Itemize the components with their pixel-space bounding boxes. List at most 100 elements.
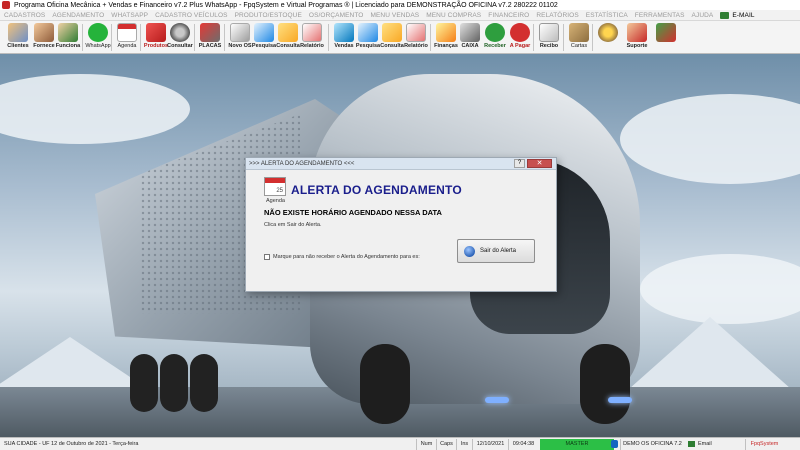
wheel-shape bbox=[130, 354, 158, 412]
toolbar-separator bbox=[563, 24, 564, 51]
toolbar-separator bbox=[592, 24, 593, 51]
cloud-shape bbox=[0, 74, 190, 144]
menu-cadastros[interactable]: CADASTROS bbox=[4, 12, 45, 19]
supplier-icon bbox=[34, 23, 54, 42]
wheel-shape bbox=[360, 344, 410, 424]
exit-alert-button[interactable]: Sair do Alerta bbox=[457, 239, 535, 263]
calendar-icon: 25 bbox=[264, 177, 286, 196]
pesquisa-vendas-label: Pesquisa bbox=[355, 43, 381, 49]
menu-ferramentas[interactable]: FERRAMENTAS bbox=[635, 12, 685, 19]
menu-whatsapp[interactable]: WHATSAPP bbox=[111, 12, 148, 19]
headlight-shape bbox=[608, 397, 632, 403]
placas-button[interactable]: PLACAS bbox=[196, 23, 224, 53]
menu-bar: CADASTROS AGENDAMENTO WHATSAPP CADASTRO … bbox=[0, 10, 800, 21]
menu-cadastro-veiculos[interactable]: CADASTRO VEÍCULOS bbox=[155, 12, 228, 19]
mountain-shape bbox=[620, 317, 800, 397]
window-title: Programa Oficina Mecânica + Vendas e Fin… bbox=[14, 1, 558, 9]
status-master-badge: MASTER bbox=[540, 439, 614, 450]
dialog-title: >>> ALERTA DO AGENDAMENTO <<< bbox=[249, 160, 355, 167]
exit-alert-label: Sair do Alerta bbox=[480, 248, 517, 254]
toolbar: Clientes Fornece Funciona WhatsApp Agend… bbox=[0, 21, 800, 54]
calendar-icon bbox=[117, 23, 137, 42]
folder-icon bbox=[278, 23, 298, 42]
relatorio-label: Relatório bbox=[300, 43, 324, 49]
wheel-shape bbox=[190, 354, 218, 412]
dialog-message: NÃO EXISTE HORÁRIO AGENDADO NESSA DATA bbox=[264, 208, 442, 217]
whatsapp-button[interactable]: WhatsApp bbox=[84, 23, 112, 53]
cartas-label: Cartas bbox=[570, 43, 588, 49]
relatorio-vendas-button[interactable]: Relatório bbox=[402, 23, 430, 53]
fornece-label: Fornece bbox=[33, 43, 55, 49]
toolbar-separator bbox=[140, 24, 141, 51]
menu-vendas[interactable]: MENU VENDAS bbox=[370, 12, 419, 19]
calendar-header bbox=[265, 178, 285, 183]
menu-estatistica[interactable]: ESTATÍSTICA bbox=[586, 12, 628, 19]
register-icon bbox=[460, 23, 480, 42]
status-location-date: SUA CIDADE - UF 12 de Outubro de 2021 - … bbox=[4, 441, 139, 447]
car-icon bbox=[200, 23, 220, 42]
exit-icon bbox=[656, 23, 676, 42]
whatsapp-label: WhatsApp bbox=[85, 43, 111, 49]
dollar-red-icon bbox=[510, 23, 530, 42]
title-bar: Programa Oficina Mecânica + Vendas e Fin… bbox=[0, 0, 800, 10]
clientes-button[interactable]: Clientes bbox=[4, 23, 32, 53]
menu-email[interactable]: E-MAIL bbox=[732, 12, 754, 19]
help-button[interactable]: ? bbox=[514, 159, 525, 168]
receipt-icon bbox=[539, 23, 559, 42]
dialog-heading: ALERTA DO AGENDAMENTO bbox=[291, 183, 462, 197]
status-demo-version: DEMO OS OFICINA 7.2 bbox=[620, 439, 684, 450]
relatorio-vendas-label: Relatório bbox=[404, 43, 428, 49]
menu-agendamento[interactable]: AGENDAMENTO bbox=[52, 12, 104, 19]
consultar-button[interactable]: Consultar bbox=[166, 23, 194, 53]
checkbox-box[interactable] bbox=[264, 254, 270, 260]
toolbar-separator bbox=[430, 24, 431, 51]
people-icon bbox=[8, 23, 28, 42]
receber-button[interactable]: Receber bbox=[481, 23, 509, 53]
monitor-icon bbox=[334, 23, 354, 42]
menu-financeiro[interactable]: FINANCEIRO bbox=[488, 12, 529, 19]
tools-button[interactable] bbox=[594, 23, 622, 53]
placas-label: PLACAS bbox=[198, 43, 222, 49]
menu-ajuda[interactable]: AJUDA bbox=[692, 12, 714, 19]
consultar-label: Consultar bbox=[167, 43, 193, 49]
shield-icon bbox=[611, 440, 618, 448]
search-icon bbox=[254, 23, 274, 42]
status-date: 12/10/2021 bbox=[472, 439, 508, 450]
menu-os-orcamento[interactable]: OS/ORÇAMENTO bbox=[309, 12, 364, 19]
produtos-label: Produtos bbox=[143, 43, 169, 49]
status-bar: SUA CIDADE - UF 12 de Outubro de 2021 - … bbox=[0, 437, 800, 450]
exit-button[interactable] bbox=[652, 23, 680, 53]
toolbar-separator bbox=[533, 24, 534, 51]
relatorio-button[interactable]: Relatório bbox=[298, 23, 326, 53]
status-brand[interactable]: FpqSystem bbox=[745, 439, 783, 450]
menu-relatorios[interactable]: RELATÓRIOS bbox=[536, 12, 578, 19]
suporte-label: Suporte bbox=[626, 43, 648, 49]
tire-icon bbox=[170, 23, 190, 42]
financas-label: Finanças bbox=[434, 43, 458, 49]
consulta-label: Consulta bbox=[276, 43, 300, 49]
suporte-button[interactable]: Suporte bbox=[623, 23, 651, 53]
calendar-number: 25 bbox=[276, 188, 283, 194]
a-pagar-label: A Pagar bbox=[509, 43, 531, 49]
headlight-shape bbox=[485, 397, 509, 403]
a-pagar-button[interactable]: A Pagar bbox=[506, 23, 534, 53]
agenda-button[interactable]: Agenda bbox=[113, 23, 141, 53]
checkbox-label: Marque para não receber o Alerta do Agen… bbox=[273, 254, 420, 260]
close-button[interactable]: ✕ bbox=[527, 159, 552, 168]
cartas-button[interactable]: Cartas bbox=[565, 23, 593, 53]
caixa-button[interactable]: CAIXA bbox=[456, 23, 484, 53]
search-icon bbox=[358, 23, 378, 42]
letters-icon bbox=[569, 23, 589, 42]
funciona-button[interactable]: Funciona bbox=[54, 23, 82, 53]
exit-arrow-icon bbox=[464, 245, 475, 257]
email-icon bbox=[688, 441, 695, 447]
recibo-button[interactable]: Recibo bbox=[535, 23, 563, 53]
menu-produto-estoque[interactable]: PRODUTO/ESTOQUE bbox=[235, 12, 302, 19]
menu-compras[interactable]: MENU COMPRAS bbox=[426, 12, 481, 19]
status-email[interactable]: Email bbox=[696, 439, 714, 450]
document-icon bbox=[230, 23, 250, 42]
toolbox-icon bbox=[146, 23, 166, 42]
receber-label: Receber bbox=[484, 43, 506, 49]
alert-dialog: >>> ALERTA DO AGENDAMENTO <<< ? ✕ 25 Age… bbox=[245, 157, 557, 292]
suppress-alert-checkbox[interactable]: Marque para não receber o Alerta do Agen… bbox=[264, 254, 420, 260]
